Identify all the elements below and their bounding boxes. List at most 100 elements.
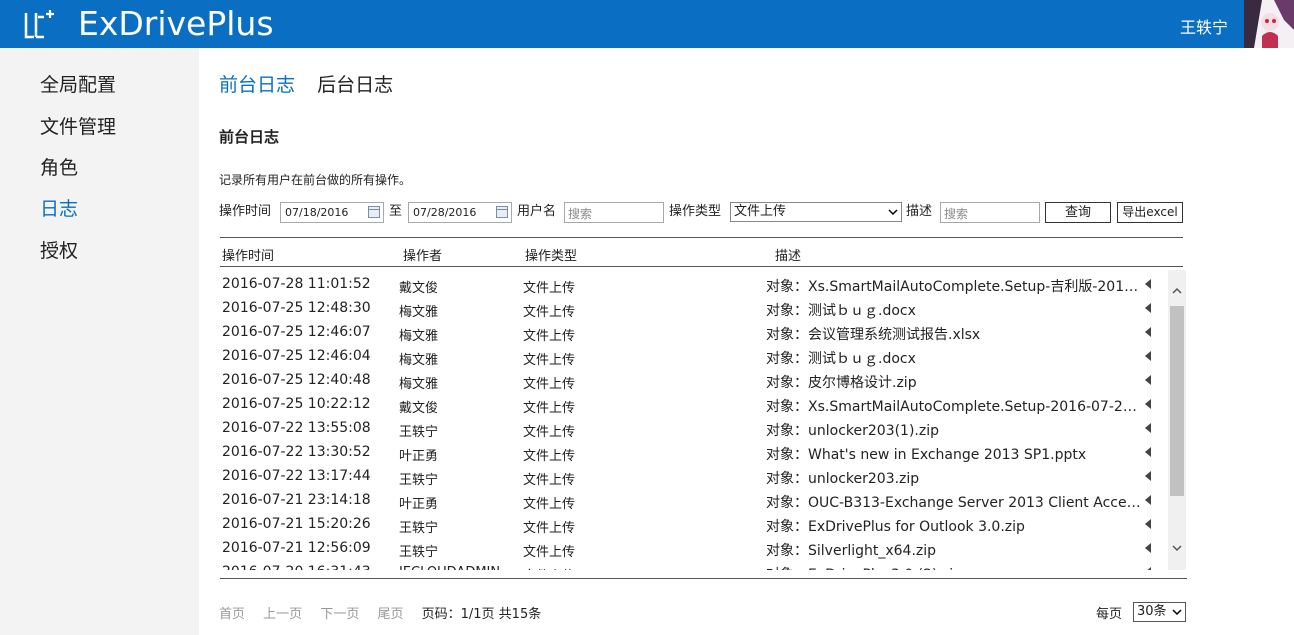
table-row[interactable]: 2016-07-21 15:20:26 王轶宁 文件上传 对象：ExDrivePlus… [220, 512, 1165, 536]
table-row[interactable]: 2016-07-25 12:46:07 梅文雅 文件上传 对象：会议管理系统测试报告.… [220, 320, 1165, 344]
cell-type: 文件上传 [523, 305, 576, 320]
cell-time: 2016-07-25 12:40:48 [222, 372, 371, 388]
operation-type-select[interactable]: 文件上传 [730, 202, 902, 222]
cell-operator: 梅文雅 [399, 353, 439, 368]
calendar-icon[interactable] [368, 206, 380, 218]
table-row[interactable]: 2016-07-21 12:56:09 王轶宁 文件上传 对象：Silverlight… [220, 536, 1165, 560]
cell-operator: 王轶宁 [399, 425, 439, 440]
cell-time: 2016-07-25 12:46:07 [222, 324, 371, 340]
log-tabs: 前台日志 后台日志 [219, 70, 409, 97]
next-page-link[interactable]: 下一页 [320, 607, 359, 622]
cell-description: 对象：Xs.SmartMailAutoComplete.Setup-2016-0… [766, 399, 1141, 415]
cell-operator: 梅文雅 [399, 329, 439, 344]
per-page-select[interactable]: 30条 [1133, 602, 1186, 622]
first-page-link[interactable]: 首页 [219, 607, 245, 622]
last-page-link[interactable]: 尾页 [377, 607, 403, 622]
expand-arrow-icon[interactable] [1145, 375, 1155, 385]
time-label: 操作时间 [219, 204, 272, 219]
avatar-image-icon [1244, 0, 1294, 48]
tab-frontend-log[interactable]: 前台日志 [219, 70, 295, 97]
cell-time: 2016-07-21 15:20:26 [222, 516, 371, 532]
table-row[interactable]: 2016-07-25 10:22:12 戴文俊 文件上传 对象：Xs.SmartMai… [220, 392, 1165, 416]
cell-type: 文件上传 [523, 377, 576, 392]
operation-type-value: 文件上传 [734, 204, 787, 219]
expand-arrow-icon[interactable] [1145, 447, 1155, 457]
avatar[interactable] [1244, 0, 1294, 48]
cell-time: 2016-07-22 13:55:08 [222, 420, 371, 436]
expand-arrow-icon[interactable] [1145, 495, 1155, 505]
user-label: 用户名 [517, 204, 557, 219]
expand-arrow-icon[interactable] [1145, 399, 1155, 409]
export-excel-button[interactable]: 导出excel [1117, 202, 1183, 223]
cell-type: 文件上传 [523, 425, 576, 440]
cell-time: 2016-07-25 12:48:30 [222, 300, 371, 316]
cell-time: 2016-07-21 12:56:09 [222, 540, 371, 556]
expand-arrow-icon[interactable] [1145, 471, 1155, 481]
table-row[interactable]: 2016-07-22 13:55:08 王轶宁 文件上传 对象：unlocker203… [220, 416, 1165, 440]
table-row[interactable]: 2016-07-20 16:31:43 JECLOUDADMIN 文件上传 对象：Ex… [220, 560, 1165, 570]
expand-arrow-icon[interactable] [1145, 351, 1155, 361]
table-row[interactable]: 2016-07-28 11:01:52 戴文俊 文件上传 对象：Xs.SmartMai… [220, 272, 1165, 296]
sidebar-item-file-management[interactable]: 文件管理 [40, 112, 116, 139]
table-row[interactable]: 2016-07-25 12:48:30 梅文雅 文件上传 对象：测试ｂｕｇ.docx [220, 296, 1165, 320]
cell-time: 2016-07-25 10:22:12 [222, 396, 371, 412]
sidebar-item-license[interactable]: 授权 [40, 236, 78, 263]
table-row[interactable]: 2016-07-25 12:40:48 梅文雅 文件上传 对象：皮尔博格设计.zip [220, 368, 1165, 392]
query-button[interactable]: 查询 [1045, 202, 1111, 223]
desc-label: 描述 [906, 204, 933, 219]
cell-description: 对象：测试ｂｕｇ.docx [766, 351, 916, 367]
cell-time: 2016-07-22 13:17:44 [222, 468, 371, 484]
per-page-label: 每页 [1096, 607, 1123, 622]
cell-description: 对象：unlocker203.zip [766, 471, 920, 487]
cell-description: 对象：Silverlight_x64.zip [766, 543, 937, 559]
user-search-input[interactable]: 搜索 [564, 202, 664, 223]
chevron-down-icon [888, 209, 898, 216]
scroll-up-icon[interactable] [1172, 286, 1182, 296]
tab-backend-log[interactable]: 后台日志 [317, 70, 393, 97]
expand-arrow-icon[interactable] [1145, 519, 1155, 529]
cell-description: 对象：Xs.SmartMailAutoComplete.Setup-吉利版-20… [766, 279, 1141, 295]
expand-arrow-icon[interactable] [1145, 327, 1155, 337]
user-name[interactable]: 王轶宁 [1180, 14, 1228, 38]
end-date-value: 07/28/2016 [413, 206, 477, 219]
desc-search-input[interactable]: 搜索 [940, 202, 1040, 223]
cell-operator: JECLOUDADMIN [399, 565, 514, 570]
table-row[interactable]: 2016-07-22 13:30:52 叶正勇 文件上传 对象：What's new … [220, 440, 1165, 464]
sidebar-item-global-config[interactable]: 全局配置 [40, 70, 116, 97]
expand-arrow-icon[interactable] [1145, 567, 1155, 570]
start-date-field[interactable]: 07/18/2016 [280, 202, 384, 223]
cell-description: 对象：测试ｂｕｇ.docx [766, 303, 916, 319]
prev-page-link[interactable]: 上一页 [263, 607, 302, 622]
page-info: 页码：1/1页 共15条 [421, 607, 542, 622]
chevron-down-icon [1172, 609, 1182, 616]
cell-type: 文件上传 [523, 521, 576, 536]
expand-arrow-icon[interactable] [1145, 279, 1155, 289]
sidebar-item-roles[interactable]: 角色 [40, 153, 78, 180]
cell-description: 对象：皮尔博格设计.zip [766, 375, 917, 391]
expand-arrow-icon[interactable] [1145, 543, 1155, 553]
cell-operator: 戴文俊 [399, 281, 439, 296]
table-row[interactable]: 2016-07-25 12:46:04 梅文雅 文件上传 对象：测试ｂｕｇ.docx [220, 344, 1165, 368]
vertical-scrollbar[interactable] [1168, 270, 1186, 570]
scrollbar-thumb[interactable] [1170, 306, 1184, 496]
page-description: 记录所有用户在前台做的所有操作。 [219, 173, 412, 187]
calendar-icon[interactable] [496, 206, 508, 218]
cell-description: 对象：What's new in Exchange 2013 SP1.pptx [766, 447, 1087, 463]
app-logo-icon [24, 10, 54, 39]
expand-arrow-icon[interactable] [1145, 423, 1155, 433]
cell-type: 文件上传 [523, 565, 623, 570]
table-row[interactable]: 2016-07-21 23:14:18 叶正勇 文件上传 对象：OUC-B313-Ex… [220, 488, 1165, 512]
filter-bar: 操作时间 07/18/2016 至 07/28/2016 用户名 搜索 操作类型… [219, 202, 1189, 224]
table-bottom-divider [220, 578, 1187, 579]
cell-type: 文件上传 [523, 353, 576, 368]
column-header-operator: 操作者 [403, 249, 443, 264]
type-label: 操作类型 [669, 204, 722, 219]
cell-time: 2016-07-20 16:31:43 [222, 564, 392, 570]
expand-arrow-icon[interactable] [1145, 303, 1155, 313]
scroll-down-icon[interactable] [1172, 543, 1182, 553]
sidebar-item-logs[interactable]: 日志 [40, 194, 78, 221]
cell-description: 对象：会议管理系统测试报告.xlsx [766, 327, 981, 343]
end-date-field[interactable]: 07/28/2016 [408, 202, 512, 223]
cell-type: 文件上传 [523, 329, 576, 344]
table-row[interactable]: 2016-07-22 13:17:44 王轶宁 文件上传 对象：unlocker203… [220, 464, 1165, 488]
